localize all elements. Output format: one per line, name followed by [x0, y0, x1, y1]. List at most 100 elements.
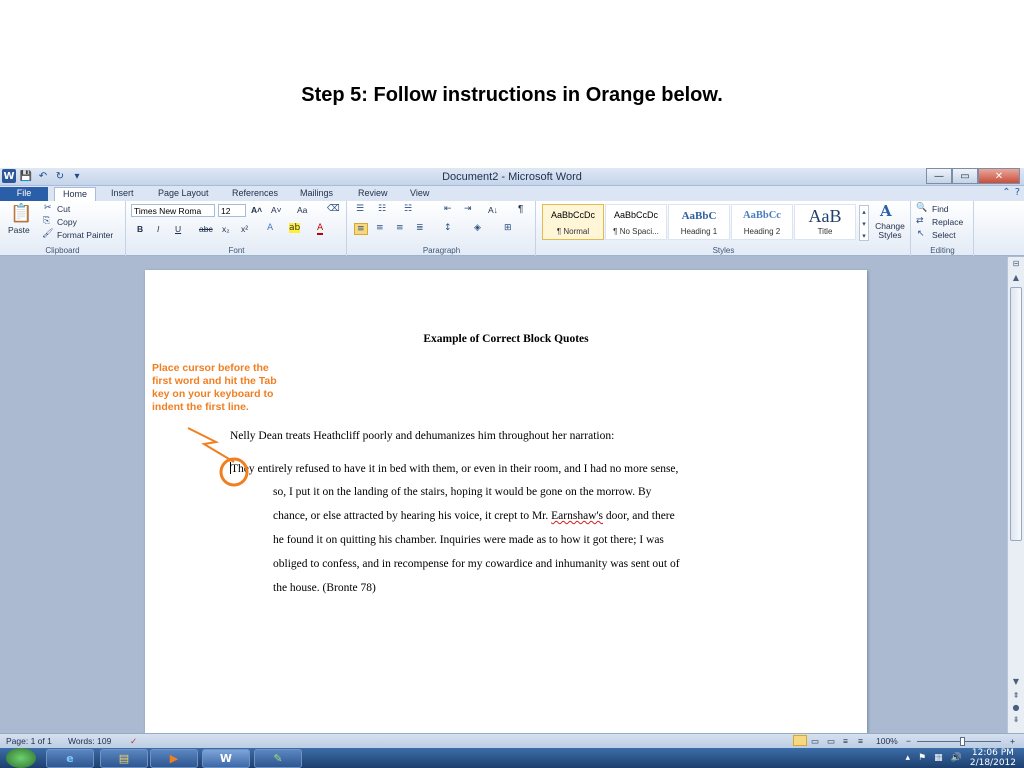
align-center-icon[interactable]: ≡ — [376, 223, 384, 233]
tab-home[interactable]: Home — [54, 187, 97, 201]
borders-icon[interactable]: ⊞ — [504, 223, 512, 233]
style-heading-1[interactable]: AaBbC Heading 1 — [668, 204, 730, 240]
minimize-ribbon-icon[interactable]: ⌃ — [1002, 187, 1010, 198]
change-styles-icon[interactable]: A — [880, 202, 892, 220]
style-sample: AaB — [808, 206, 842, 226]
maximize-button[interactable]: ▭ — [952, 168, 978, 184]
format-painter-icon: 🖌 — [42, 229, 54, 239]
tab-view[interactable]: View — [402, 187, 437, 201]
style-title[interactable]: AaB Title — [794, 204, 856, 240]
decrease-indent-icon[interactable]: ⇤ — [444, 204, 452, 214]
font-family-select[interactable]: Times New Roma — [131, 204, 215, 217]
styles-scroll-icon[interactable]: ▴ ▾ ▾ — [859, 205, 869, 241]
copy-button[interactable]: Copy — [57, 217, 77, 227]
page-count[interactable]: Page: 1 of 1 — [6, 736, 52, 746]
subscript-button[interactable]: x₂ — [222, 224, 230, 234]
font-size-select[interactable]: 12 — [218, 204, 246, 217]
scroll-up-icon[interactable]: ▲ — [1008, 273, 1024, 282]
misspelled-word[interactable]: Earnshaw's — [551, 510, 603, 522]
paste-button[interactable]: Paste — [8, 225, 30, 235]
word-count[interactable]: Words: 109 — [68, 736, 111, 746]
volume-icon[interactable]: 🔊 — [951, 753, 962, 763]
superscript-button[interactable]: x² — [241, 224, 248, 234]
internet-explorer-icon[interactable]: e — [46, 749, 94, 768]
close-button[interactable]: ✕ — [978, 168, 1020, 184]
style-heading-2[interactable]: AaBbCc Heading 2 — [731, 204, 793, 240]
network-icon[interactable]: ▦ — [934, 753, 943, 763]
cut-button[interactable]: Cut — [57, 204, 70, 214]
tab-insert[interactable]: Insert — [103, 187, 142, 201]
underline-button[interactable]: U — [175, 224, 181, 234]
multilevel-list-icon[interactable]: ☵ — [404, 204, 412, 214]
ribbon: 📋 Paste ✂ Cut ⎘ Copy 🖌 Format Painter Cl… — [0, 201, 1024, 256]
flag-icon[interactable]: ⚑ — [918, 753, 926, 763]
draft-icon[interactable]: ≡ — [858, 736, 863, 746]
clipboard-group: 📋 Paste ✂ Cut ⎘ Copy 🖌 Format Painter Cl… — [0, 201, 126, 256]
clock[interactable]: 12:06 PM 2/18/2012 — [970, 748, 1016, 768]
italic-button[interactable]: I — [157, 224, 159, 234]
increase-indent-icon[interactable]: ⇥ — [464, 204, 472, 214]
full-screen-icon[interactable]: ▭ — [811, 736, 819, 747]
zoom-slider-thumb[interactable] — [960, 737, 965, 746]
shading-icon[interactable]: ◈ — [474, 223, 481, 233]
bold-button[interactable]: B — [137, 224, 143, 234]
vertical-scrollbar[interactable]: ⊟ ▲ ▼ ⇞ ● ⇟ — [1007, 257, 1024, 733]
tab-references[interactable]: References — [224, 187, 286, 201]
replace-button[interactable]: Replace — [932, 217, 963, 227]
align-right-icon[interactable]: ≡ — [396, 223, 404, 233]
zoom-level[interactable]: 100% — [876, 736, 898, 746]
grow-font-button[interactable]: A˄ — [251, 205, 262, 215]
shrink-font-button[interactable]: A˅ — [271, 205, 282, 215]
zoom-out-button[interactable]: − — [906, 736, 911, 746]
font-color-icon[interactable]: A — [317, 223, 324, 235]
paint-icon[interactable]: ✎ — [254, 749, 302, 768]
justify-icon[interactable]: ≣ — [416, 223, 424, 233]
line-spacing-icon[interactable]: ↕ — [444, 223, 452, 233]
style-no-spacing[interactable]: AaBbCcDc ¶ No Spaci... — [605, 204, 667, 240]
tray-expand-icon[interactable]: ▴ — [906, 753, 911, 763]
change-case-button[interactable]: Aa — [297, 205, 307, 215]
proofing-icon[interactable]: ✓ — [130, 736, 137, 747]
strikethrough-button[interactable]: abc — [199, 224, 213, 234]
next-page-icon[interactable]: ⇟ — [1008, 715, 1024, 724]
minimize-button[interactable]: — — [926, 168, 952, 184]
tab-review[interactable]: Review — [350, 187, 396, 201]
text-effects-icon[interactable]: A — [267, 223, 273, 233]
web-layout-icon[interactable]: ▭ — [827, 736, 835, 747]
tab-file[interactable]: File — [0, 187, 48, 201]
previous-page-icon[interactable]: ⇞ — [1008, 691, 1024, 700]
change-styles-button[interactable]: Change Styles — [870, 222, 910, 240]
media-player-icon[interactable]: ▶ — [150, 749, 198, 768]
highlight-icon[interactable]: ab — [289, 223, 301, 233]
start-button[interactable] — [6, 748, 36, 768]
tab-mailings[interactable]: Mailings — [292, 187, 341, 201]
zoom-slider[interactable] — [917, 741, 1001, 742]
document-page[interactable]: Example of Correct Block Quotes Nelly De… — [145, 270, 867, 740]
font-group: Times New Roma 12 A˄ A˅ Aa ⌫ B I U abc x… — [127, 201, 347, 256]
numbering-icon[interactable]: ☷ — [378, 204, 386, 214]
zoom-in-button[interactable]: + — [1010, 736, 1015, 746]
format-painter-button[interactable]: Format Painter — [57, 230, 113, 240]
style-normal[interactable]: AaBbCcDc ¶ Normal — [542, 204, 604, 240]
style-name: Title — [817, 227, 833, 236]
ruler-toggle-icon[interactable]: ⊟ — [1008, 259, 1024, 268]
align-left-icon[interactable]: ≡ — [354, 223, 368, 235]
word-taskbar-icon[interactable]: W — [202, 749, 250, 768]
file-explorer-icon[interactable]: ▤ — [100, 749, 148, 768]
style-sample: AaBbCcDc — [550, 210, 595, 220]
scroll-thumb[interactable] — [1010, 287, 1022, 541]
browse-object-icon[interactable]: ● — [1008, 703, 1024, 712]
find-button[interactable]: Find — [932, 204, 949, 214]
show-formatting-button[interactable]: ¶ — [518, 204, 523, 215]
bullets-icon[interactable]: ☰ — [356, 204, 364, 214]
clear-formatting-icon[interactable]: ⌫ — [327, 204, 340, 214]
outline-icon[interactable]: ≡ — [843, 736, 848, 746]
help-icon[interactable]: ? — [1015, 187, 1020, 198]
print-layout-icon[interactable] — [793, 735, 807, 746]
sort-button[interactable]: A↓ — [488, 205, 498, 215]
scroll-down-icon[interactable]: ▼ — [1008, 677, 1024, 686]
select-button[interactable]: Select — [932, 230, 956, 240]
style-name: ¶ No Spaci... — [613, 227, 659, 236]
tab-page-layout[interactable]: Page Layout — [150, 187, 217, 201]
paste-icon[interactable]: 📋 — [10, 203, 32, 224]
